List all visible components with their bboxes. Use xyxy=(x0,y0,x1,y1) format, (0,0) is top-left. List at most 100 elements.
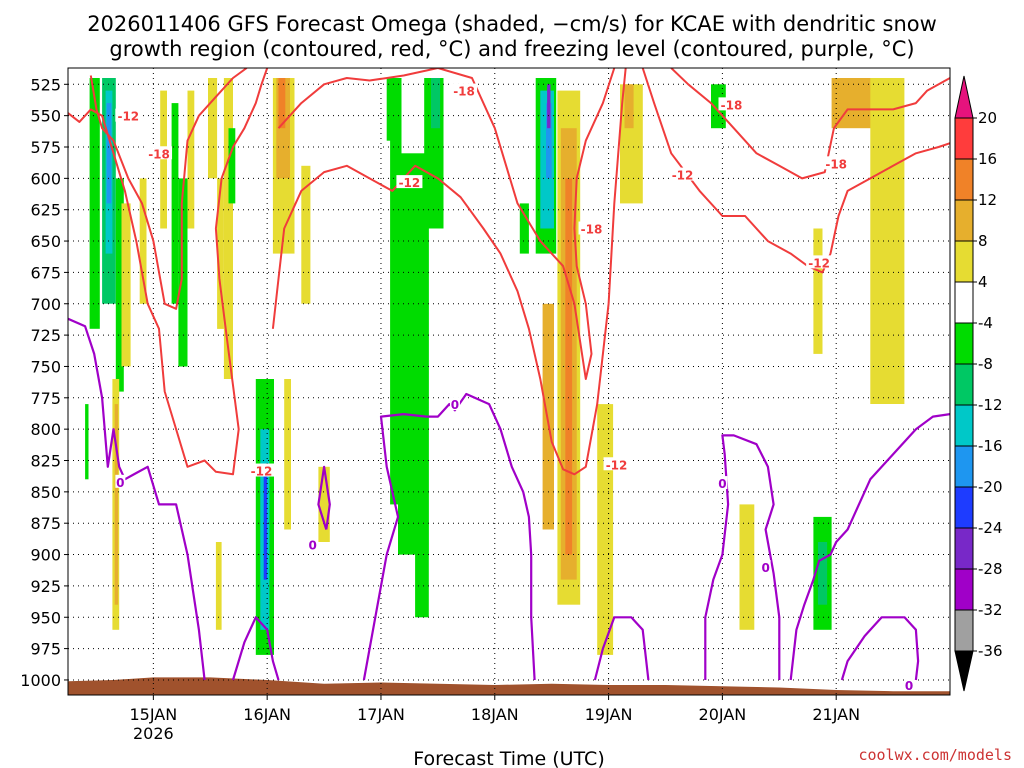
omega-region-3 xyxy=(106,103,112,204)
fzl-label-1: 0 xyxy=(309,539,317,553)
colorbar-bin-6 xyxy=(954,363,974,406)
y-tick-label-875: 875 xyxy=(30,514,61,533)
colorbar-label-10: -24 xyxy=(978,519,1003,537)
colorbar-label-6: -8 xyxy=(978,355,993,373)
dgz-label-1: -18 xyxy=(148,147,170,161)
colorbar-label-4: 4 xyxy=(978,273,988,291)
dgz-label-2: -12 xyxy=(251,465,273,479)
colorbar-label-0: 20 xyxy=(978,109,997,127)
omega-region-42 xyxy=(542,303,554,530)
x-tick-label-3: 18JAN xyxy=(471,705,519,724)
omega-region-47 xyxy=(739,504,755,630)
omega-region-11 xyxy=(171,103,179,304)
x-tick-label-6: 21JAN xyxy=(812,705,860,724)
colorbar-low-arrow xyxy=(954,650,974,692)
omega-region-33 xyxy=(386,78,393,141)
y-tick-label-725: 725 xyxy=(30,326,61,345)
y-tick-label-925: 925 xyxy=(30,577,61,596)
colorbar-bin-10 xyxy=(954,527,974,570)
omega-region-30 xyxy=(415,178,429,618)
colorbar-label-2: 12 xyxy=(978,191,997,209)
fzl-label-2: 0 xyxy=(451,398,459,412)
y-tick-label-775: 775 xyxy=(30,389,61,408)
y-tick-label-525: 525 xyxy=(30,75,61,94)
colorbar-label-13: -36 xyxy=(978,642,1003,660)
dgz-label-3: -12 xyxy=(399,176,421,190)
y-tick-label-625: 625 xyxy=(30,201,61,220)
x-tick-label-1: 16JAN xyxy=(243,705,291,724)
dgz-label-7: -12 xyxy=(672,169,694,183)
colorbar-bin-9 xyxy=(954,486,974,529)
dgz-label-10: -18 xyxy=(825,157,847,171)
colorbar-label-7: -12 xyxy=(978,396,1003,414)
chart-title-line2: growth region (contoured, red, °C) and f… xyxy=(109,37,914,61)
colorbar-label-1: 16 xyxy=(978,150,997,168)
omega-region-17 xyxy=(228,128,236,204)
y-tick-label-950: 950 xyxy=(30,608,61,627)
colorbar-bin-3 xyxy=(954,240,974,283)
colorbar: 20 16 12 8 4 -4 -8 -12 -16 -20 -24 -28 -32 -36 xyxy=(954,75,1003,692)
omega-region-32 xyxy=(431,78,441,129)
fzl-label-3: 0 xyxy=(718,477,726,491)
y-tick-label-975: 975 xyxy=(30,640,61,659)
y-tick-label-750: 750 xyxy=(30,357,61,376)
y-tick-label-675: 675 xyxy=(30,263,61,282)
colorbar-label-3: 8 xyxy=(978,232,988,250)
colorbar-label-9: -20 xyxy=(978,478,1003,496)
x-tick-label-0: 15JAN xyxy=(129,705,177,724)
y-tick-label-650: 650 xyxy=(30,232,61,251)
colorbar-bin-1 xyxy=(954,158,974,201)
colorbar-label-11: -28 xyxy=(978,560,1003,578)
y-tick-label-600: 600 xyxy=(30,169,61,188)
chart-title-line1: 2026011406 GFS Forecast Omega (shaded, −… xyxy=(87,12,937,36)
colorbar-bin-12 xyxy=(954,609,974,652)
x-tick-label-4: 19JAN xyxy=(585,705,633,724)
omega-region-51 xyxy=(870,78,905,404)
y-tick-label-575: 575 xyxy=(30,138,61,157)
credit-text: coolwx.com/models xyxy=(858,746,1012,764)
colorbar-label-12: -32 xyxy=(978,601,1003,619)
dgz-label-5: -18 xyxy=(581,223,603,237)
x-tick-sublabel-0: 2026 xyxy=(133,724,174,743)
dgz-label-6: -12 xyxy=(606,458,628,472)
y-axis: 525 550 575 600 625 650 675 700 725 750 775 800 825 8… xyxy=(20,75,68,690)
omega-region-27 xyxy=(318,466,330,542)
omega-region-37 xyxy=(547,84,551,129)
omega-region-45 xyxy=(624,84,634,129)
y-tick-label-700: 700 xyxy=(30,295,61,314)
dgz-label-4: -18 xyxy=(453,85,475,99)
fzl-label-0: 0 xyxy=(116,476,124,490)
omega-region-16 xyxy=(223,78,233,379)
colorbar-bin-8 xyxy=(954,445,974,488)
dgz-label-9: -12 xyxy=(808,256,830,270)
x-tick-label-2: 17JAN xyxy=(357,705,405,724)
y-tick-label-850: 850 xyxy=(30,483,61,502)
omega-region-43 xyxy=(597,404,614,655)
colorbar-bin-5 xyxy=(954,322,974,365)
fzl-label-4: 0 xyxy=(761,561,769,575)
omega-region-13 xyxy=(187,90,195,229)
x-axis: 15JAN2026 16JAN 17JAN 18JAN 19JAN 20JAN 21JAN xyxy=(129,695,860,743)
colorbar-label-8: -16 xyxy=(978,437,1003,455)
omega-region-12 xyxy=(178,178,188,367)
omega-region-49 xyxy=(818,542,828,605)
colorbar-high-arrow xyxy=(954,75,974,119)
omega-region-52 xyxy=(813,228,823,354)
dgz-label-8: -18 xyxy=(721,98,743,112)
omega-time-height-chart: 2026011406 GFS Forecast Omega (shaded, −… xyxy=(20,12,1012,768)
x-axis-label: Forecast Time (UTC) xyxy=(413,748,604,768)
omega-region-5 xyxy=(85,404,89,480)
dgz-label-0: -12 xyxy=(117,110,139,124)
fzl-label-5: 0 xyxy=(905,679,913,693)
colorbar-bin-0 xyxy=(954,117,974,160)
y-tick-label-800: 800 xyxy=(30,420,61,439)
y-tick-label-1000: 1000 xyxy=(20,671,61,690)
colorbar-bin-7 xyxy=(954,404,974,447)
y-tick-label-825: 825 xyxy=(30,452,61,471)
y-tick-label-550: 550 xyxy=(30,107,61,126)
colorbar-bin-2 xyxy=(954,199,974,242)
y-tick-label-900: 900 xyxy=(30,546,61,565)
omega-region-25 xyxy=(284,379,291,530)
colorbar-bin-4 xyxy=(954,281,974,324)
omega-region-14 xyxy=(208,78,218,179)
